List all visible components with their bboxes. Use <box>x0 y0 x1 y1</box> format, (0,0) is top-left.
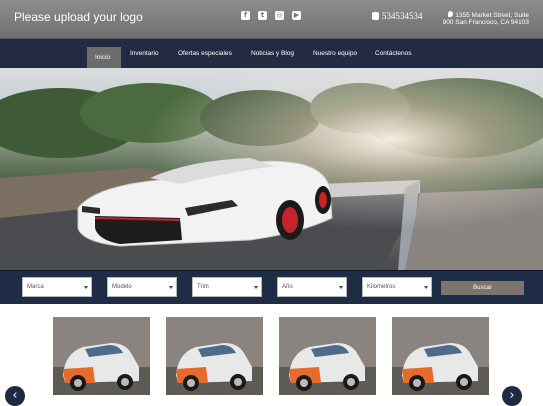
phone-number: 534534534 <box>382 11 423 21</box>
instagram-icon[interactable]: ◎ <box>275 11 284 20</box>
nav-item-inicio[interactable]: Inicio <box>87 47 121 68</box>
select-marca-value: Marca <box>27 284 44 290</box>
map-pin-icon <box>448 11 454 17</box>
address-text: 1355 Market Street, Suite 900 San Franci… <box>442 12 529 26</box>
vehicle-carousel <box>0 304 543 400</box>
youtube-icon[interactable]: ▶ <box>292 11 301 20</box>
vehicle-card[interactable] <box>279 317 376 395</box>
vehicle-card[interactable] <box>166 317 263 395</box>
vehicle-image <box>166 317 263 395</box>
top-header: Please upload your logo f t ◎ ▶ 53453453… <box>0 0 543 39</box>
chevron-left-icon[interactable]: ‹ <box>5 386 25 406</box>
caret-icon <box>424 286 428 289</box>
select-ano[interactable]: Año <box>277 277 347 297</box>
select-modelo[interactable]: Modelo <box>107 277 177 297</box>
vehicle-image <box>53 317 150 395</box>
caret-icon <box>84 286 88 289</box>
select-ano-value: Año <box>282 284 293 290</box>
logo-text[interactable]: Please upload your logo <box>14 10 143 24</box>
caret-icon <box>169 286 173 289</box>
phone-contact[interactable]: 534534534 <box>372 11 423 21</box>
select-modelo-value: Modelo <box>112 284 132 290</box>
caret-icon <box>254 286 258 289</box>
nav-item-equipo[interactable]: Nuestro equipo <box>305 39 365 68</box>
chevron-right-icon[interactable]: › <box>502 386 522 406</box>
select-kilometros-value: Kilometros <box>367 284 396 290</box>
phone-icon <box>372 12 379 20</box>
vehicle-image <box>279 317 376 395</box>
nav-item-noticias[interactable]: Noticias y Blog <box>243 39 302 68</box>
select-kilometros[interactable]: Kilometros <box>362 277 432 297</box>
vehicle-card[interactable] <box>392 317 489 395</box>
select-trim-value: Trim <box>197 284 209 290</box>
select-marca[interactable]: Marca <box>22 277 92 297</box>
main-nav: Inicio Inventario Ofertas especiales Not… <box>0 39 543 68</box>
vehicle-image <box>392 317 489 395</box>
address: 1355 Market Street, Suite 900 San Franci… <box>437 11 529 26</box>
hero-car-image <box>0 68 543 270</box>
nav-item-inventario[interactable]: Inventario <box>122 39 167 68</box>
search-button[interactable]: Buscar <box>441 281 524 295</box>
nav-item-contactenos[interactable]: Contáctenos <box>367 39 420 68</box>
hero-banner <box>0 68 543 270</box>
nav-item-ofertas[interactable]: Ofertas especiales <box>170 39 240 68</box>
twitter-icon[interactable]: t <box>258 11 267 20</box>
facebook-icon[interactable]: f <box>241 11 250 20</box>
social-links: f t ◎ ▶ <box>241 11 301 20</box>
search-bar: Marca Modelo Trim Año Kilometros Buscar <box>0 270 543 305</box>
caret-icon <box>339 286 343 289</box>
vehicle-card[interactable] <box>53 317 150 395</box>
select-trim[interactable]: Trim <box>192 277 262 297</box>
